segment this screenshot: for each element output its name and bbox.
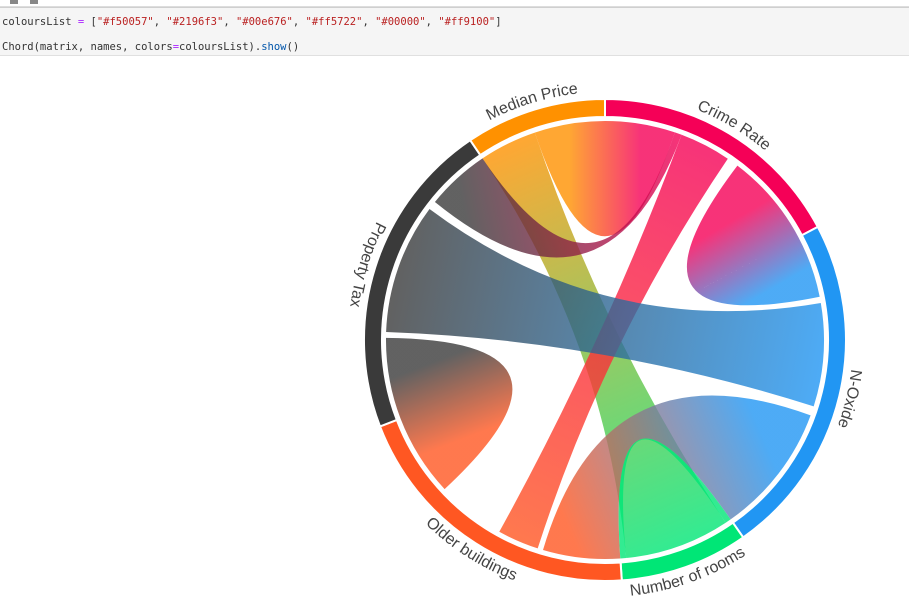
chord-diagram: Crime RateN-OxideNumber of roomsOlder bu… [346,80,864,599]
